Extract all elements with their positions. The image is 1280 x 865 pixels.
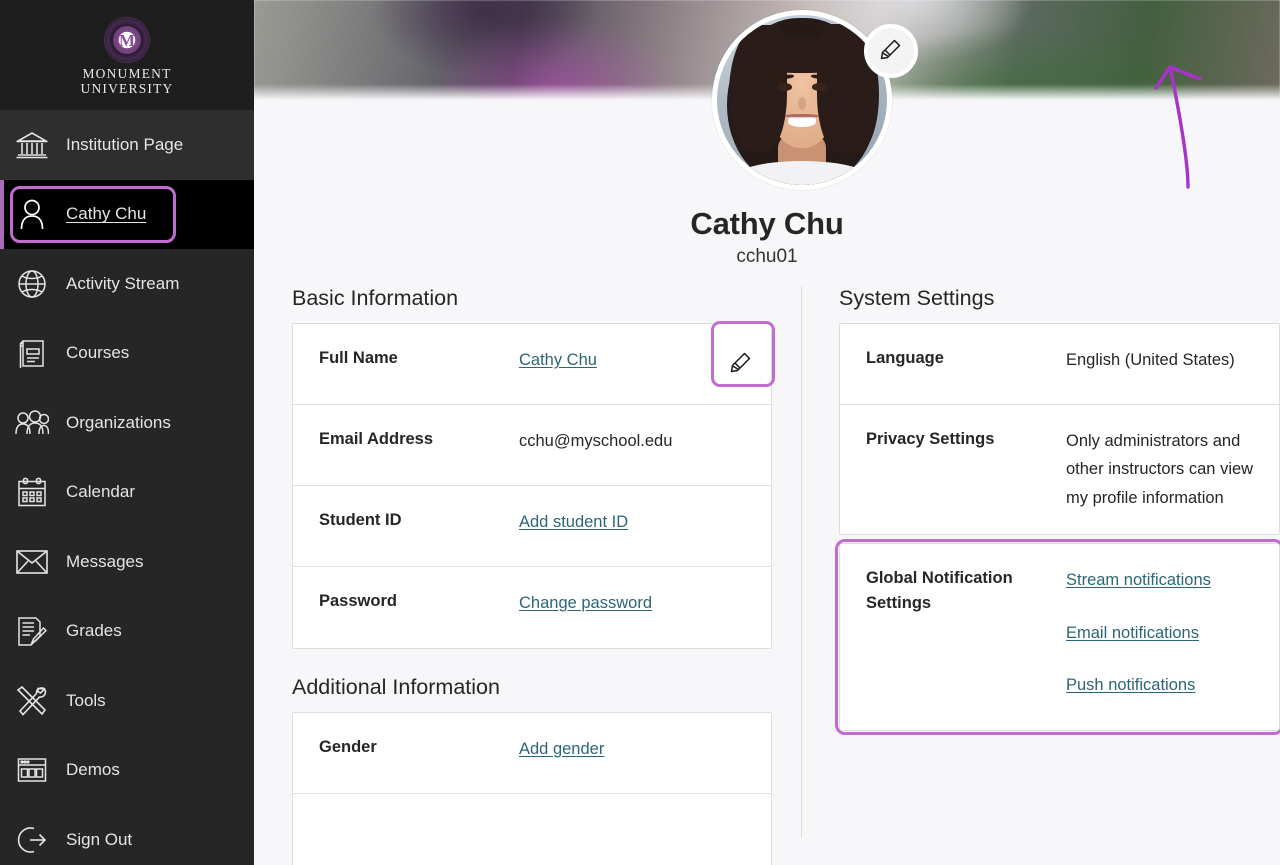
stream-notifications-link[interactable]: Stream notifications	[1066, 571, 1211, 589]
brand-line-1: MONUMENT	[81, 66, 174, 81]
active-edge-indicator	[0, 180, 4, 250]
sidebar-item-calendar[interactable]: Calendar	[0, 458, 254, 528]
row-label: Gender	[319, 735, 519, 760]
sidebar-item-cathy-chu[interactable]: Cathy Chu	[0, 180, 254, 250]
row-value: cchu@myschool.edu	[519, 427, 771, 455]
sidebar-item-demos[interactable]: Demos	[0, 736, 254, 806]
app-root: MONUMENT UNIVERSITY Institution Page	[0, 0, 1280, 865]
row-next-partial	[293, 794, 771, 865]
change-password-link[interactable]: Change password	[519, 594, 652, 612]
row-value: Stream notifications Email notifications…	[1066, 566, 1279, 699]
row-language: Language English (United States)	[840, 324, 1279, 405]
people-group-icon	[12, 406, 52, 440]
sidebar-item-label: Institution Page	[66, 135, 183, 155]
sidebar-item-label: Tools	[66, 691, 106, 711]
sidebar-item-label: Calendar	[66, 482, 135, 502]
sidebar-item-label: Grades	[66, 621, 122, 641]
sidebar-item-sign-out[interactable]: Sign Out	[0, 805, 254, 865]
row-label: Email Address	[319, 427, 519, 452]
profile-username: cchu01	[548, 246, 986, 268]
avatar-container	[712, 10, 892, 190]
pencil-edit-icon	[878, 36, 904, 67]
sidebar-nav: Institution Page Cathy Chu	[0, 110, 254, 865]
global-notification-settings-card: Global Notification Settings Stream noti…	[839, 543, 1280, 731]
sidebar-item-messages[interactable]: Messages	[0, 527, 254, 597]
row-label: Global Notification Settings	[866, 566, 1066, 616]
email-notifications-link[interactable]: Email notifications	[1066, 624, 1199, 642]
basic-information-card: Full Name Cathy Chu	[292, 323, 772, 649]
sidebar: MONUMENT UNIVERSITY Institution Page	[0, 0, 254, 865]
sidebar-item-label: Activity Stream	[66, 274, 179, 294]
row-student-id: Student ID Add student ID	[293, 486, 771, 567]
calendar-icon	[12, 475, 52, 509]
full-name-link[interactable]: Cathy Chu	[519, 351, 597, 369]
sign-out-arrow-icon	[12, 823, 52, 857]
row-label: Privacy Settings	[866, 427, 1066, 452]
settings-columns: Basic Information Full Name Cathy Chu	[254, 286, 1280, 838]
tools-wrench-icon	[12, 684, 52, 718]
add-student-id-link[interactable]: Add student ID	[519, 513, 628, 531]
brand-logo-block[interactable]: MONUMENT UNIVERSITY	[0, 0, 254, 110]
sidebar-item-label: Sign Out	[66, 830, 132, 850]
left-column: Basic Information Full Name Cathy Chu	[254, 286, 801, 838]
basic-information-title: Basic Information	[292, 286, 772, 311]
row-gender: Gender Add gender	[293, 713, 771, 794]
sidebar-item-institution-page[interactable]: Institution Page	[0, 110, 254, 180]
document-pencil-icon	[12, 614, 52, 648]
row-value: Add gender	[519, 735, 771, 763]
push-notifications-link[interactable]: Push notifications	[1066, 676, 1195, 694]
row-value: English (United States)	[1066, 346, 1279, 374]
sidebar-item-grades[interactable]: Grades	[0, 597, 254, 667]
system-settings-card: Language English (United States) Privacy…	[839, 323, 1280, 535]
right-column: System Settings Language English (United…	[801, 286, 1280, 838]
page-title: Cathy Chu	[548, 206, 986, 242]
system-settings-title: System Settings	[839, 286, 1280, 311]
edit-avatar-button[interactable]	[864, 24, 918, 78]
sidebar-item-tools[interactable]: Tools	[0, 666, 254, 736]
sidebar-item-label: Organizations	[66, 413, 171, 433]
row-global-notification-settings: Global Notification Settings Stream noti…	[840, 544, 1279, 730]
sidebar-item-organizations[interactable]: Organizations	[0, 388, 254, 458]
row-label: Student ID	[319, 508, 519, 533]
additional-information-title: Additional Information	[292, 675, 772, 700]
row-value: Add student ID	[519, 508, 771, 536]
row-label: Full Name	[319, 346, 519, 371]
globe-icon	[12, 267, 52, 301]
sidebar-item-activity-stream[interactable]: Activity Stream	[0, 249, 254, 319]
pencil-edit-icon	[728, 349, 754, 380]
sidebar-item-label: Courses	[66, 343, 129, 363]
row-password: Password Change password	[293, 567, 771, 648]
row-privacy-settings: Privacy Settings Only administrators and…	[840, 405, 1279, 534]
sidebar-item-label: Cathy Chu	[66, 204, 146, 224]
edit-full-name-button[interactable]	[712, 325, 770, 403]
main-content: Cathy Chu cchu01 Basic Information Full …	[254, 0, 1280, 865]
user-profile-icon	[12, 197, 52, 231]
profile-name-block: Cathy Chu cchu01	[254, 206, 1280, 268]
avatar	[712, 10, 892, 190]
sidebar-item-label: Demos	[66, 760, 120, 780]
row-value: Only administrators and other instructor…	[1066, 427, 1279, 512]
row-label: Language	[866, 346, 1066, 371]
row-value: Change password	[519, 589, 771, 617]
brand-name: MONUMENT UNIVERSITY	[81, 66, 174, 96]
browser-window-icon	[12, 753, 52, 787]
envelope-icon	[12, 545, 52, 579]
row-email-address: Email Address cchu@myschool.edu	[293, 405, 771, 486]
additional-information-card: Gender Add gender	[292, 712, 772, 865]
sidebar-item-courses[interactable]: Courses	[0, 319, 254, 389]
institution-bank-icon	[12, 128, 52, 162]
row-label: Password	[319, 589, 519, 614]
book-icon	[12, 336, 52, 370]
row-full-name: Full Name Cathy Chu	[293, 324, 771, 405]
sidebar-item-label: Messages	[66, 552, 143, 572]
brand-line-2: UNIVERSITY	[81, 81, 174, 96]
university-seal-icon	[105, 18, 149, 62]
add-gender-link[interactable]: Add gender	[519, 740, 604, 758]
